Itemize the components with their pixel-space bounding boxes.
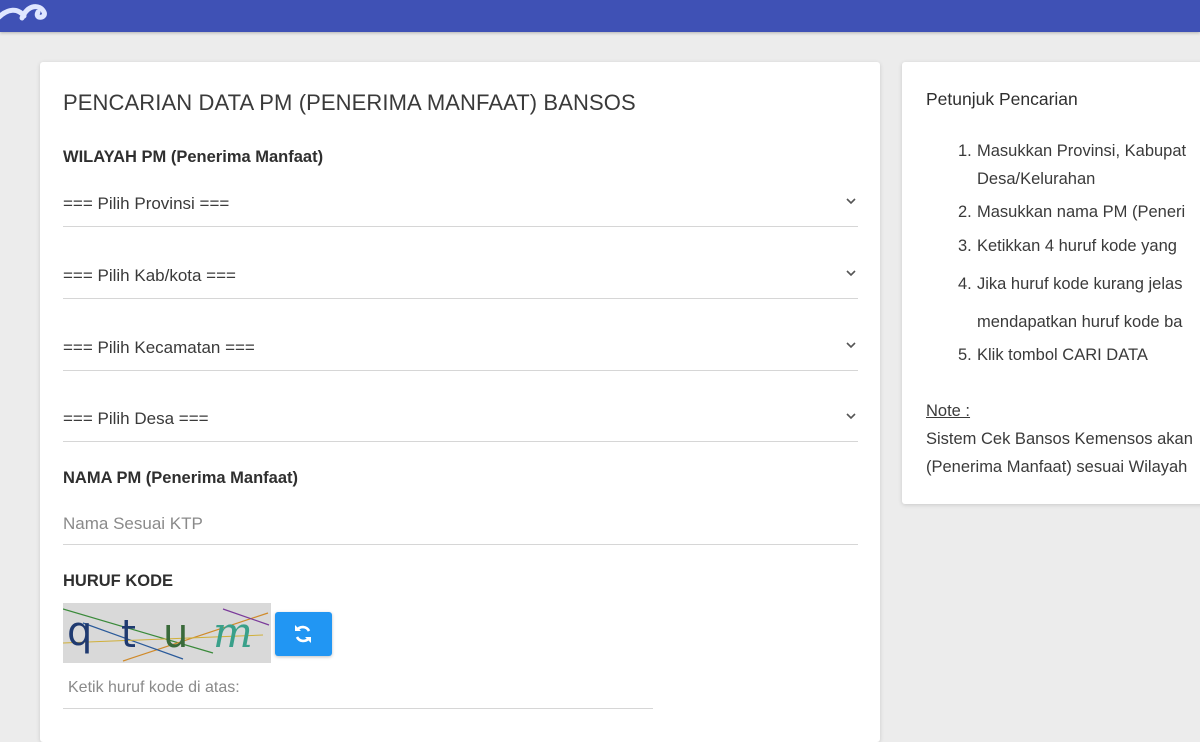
step-number: 3.	[958, 237, 972, 255]
chevron-down-icon	[846, 270, 856, 277]
code-label: HURUF KODE	[63, 572, 173, 590]
name-input[interactable]: Nama Sesuai KTP	[63, 504, 858, 545]
name-input-placeholder: Nama Sesuai KTP	[63, 514, 203, 533]
district-select[interactable]: === Pilih Kecamatan ===	[63, 328, 858, 371]
step-text: Masukkan nama PM (Peneri	[977, 203, 1186, 221]
chevron-down-icon	[846, 413, 856, 420]
step-text: Masukkan Provinsi, Kabupat	[977, 142, 1187, 160]
page-title: PENCARIAN DATA PM (PENERIMA MANFAAT) BAN…	[63, 90, 636, 115]
svg-text:u: u	[163, 611, 188, 657]
village-select[interactable]: === Pilih Desa ===	[63, 399, 858, 442]
step-number: 5.	[958, 346, 972, 364]
step-text: Jika huruf kode kurang jelas	[977, 275, 1183, 293]
step-text: Klik tombol CARI DATA	[977, 346, 1148, 364]
captcha-image: q t u m	[63, 603, 271, 663]
step-text: Desa/Kelurahan	[977, 170, 1096, 188]
district-select-value: === Pilih Kecamatan ===	[63, 338, 255, 357]
note-text: (Penerima Manfaat) sesuai Wilayah	[926, 458, 1188, 476]
logo-icon[interactable]	[0, 0, 50, 22]
note-label: Note :	[926, 402, 971, 420]
chevron-down-icon	[846, 198, 856, 205]
city-select[interactable]: === Pilih Kab/kota ===	[63, 256, 858, 299]
city-select-value: === Pilih Kab/kota ===	[63, 266, 236, 285]
step-number: 4.	[958, 275, 972, 293]
step-text: mendapatkan huruf kode ba	[977, 313, 1183, 331]
step-text: Ketikkan 4 huruf kode yang	[977, 237, 1177, 255]
region-label: WILAYAH PM (Penerima Manfaat)	[63, 148, 324, 166]
captcha-input[interactable]: Ketik huruf kode di atas:	[63, 670, 653, 709]
name-label: NAMA PM (Penerima Manfaat)	[63, 469, 299, 487]
note-text: Sistem Cek Bansos Kemensos akan	[926, 430, 1193, 448]
step-number: 1.	[958, 142, 972, 160]
captcha-input-placeholder: Ketik huruf kode di atas:	[68, 679, 240, 696]
instructions-card: Petunjuk Pencarian 1. Masukkan Provinsi,…	[902, 62, 1200, 504]
chevron-down-icon	[846, 342, 856, 349]
province-select-value: === Pilih Provinsi ===	[63, 194, 230, 213]
village-select-value: === Pilih Desa ===	[63, 409, 209, 428]
refresh-captcha-button[interactable]	[275, 612, 332, 656]
refresh-icon	[295, 625, 311, 643]
province-select[interactable]: === Pilih Provinsi ===	[63, 184, 858, 227]
svg-text:t: t	[121, 612, 136, 656]
top-navbar	[0, 0, 1200, 32]
step-number: 2.	[958, 203, 972, 221]
svg-text:q: q	[67, 609, 92, 655]
search-form-card: PENCARIAN DATA PM (PENERIMA MANFAAT) BAN…	[40, 62, 880, 742]
svg-text:m: m	[213, 608, 253, 657]
